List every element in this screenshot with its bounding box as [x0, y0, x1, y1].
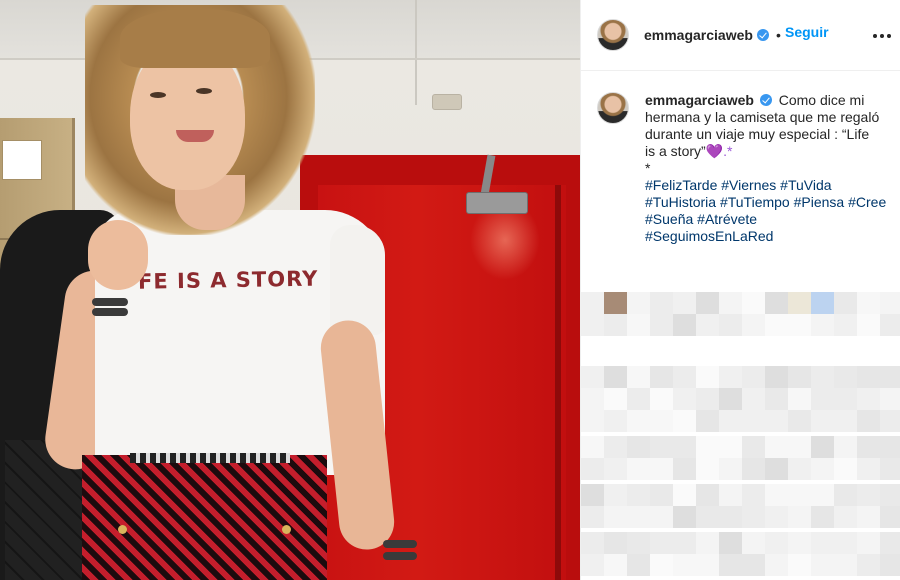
- blurred-comment-row: [581, 506, 900, 528]
- caption-text: Como dice mi: [778, 92, 865, 108]
- blurred-comments: [581, 260, 900, 580]
- hashtag-link[interactable]: #Cree: [848, 194, 886, 210]
- verified-badge-icon: [757, 29, 769, 41]
- caption-username[interactable]: emmagarciaweb: [645, 92, 754, 108]
- bracelet: [92, 308, 128, 316]
- blurred-comment-row: [581, 366, 900, 388]
- post-caption: emmagarciaweb Como dice mi hermana y la …: [645, 92, 897, 177]
- more-options-icon[interactable]: [873, 28, 891, 42]
- hashtag-link[interactable]: #FelizTarde: [645, 177, 717, 193]
- author-avatar[interactable]: [597, 19, 629, 51]
- wall-vent: [432, 94, 462, 110]
- door-closer: [466, 192, 528, 214]
- ceiling-seam: [415, 0, 417, 105]
- hashtag-list: #FelizTarde #Viernes #TuVida #TuHistoria…: [645, 177, 897, 245]
- cabinet-sign: [2, 140, 42, 180]
- hashtag-link[interactable]: #TuVida: [780, 177, 831, 193]
- blurred-comment-row: [581, 458, 900, 480]
- hashtag-link[interactable]: #Piensa: [794, 194, 845, 210]
- tshirt-sleeve: [330, 225, 385, 335]
- bracelet: [383, 552, 417, 560]
- purple-heart-emoji: 💜.*: [705, 143, 733, 159]
- eye: [196, 88, 212, 94]
- blurred-comment-row: [581, 314, 900, 336]
- follow-button[interactable]: Seguir: [785, 24, 829, 40]
- blurred-comment-row: [581, 484, 900, 506]
- caption-text: hermana y la camiseta que me regaló: [645, 109, 880, 125]
- hashtag-link[interactable]: #TuHistoria: [645, 194, 716, 210]
- caption-avatar[interactable]: [597, 92, 629, 124]
- hashtag-link[interactable]: #Atrévete: [697, 211, 757, 227]
- skirt-button: [118, 525, 127, 534]
- hashtag-link[interactable]: #Viernes: [721, 177, 776, 193]
- post-header: emmagarciaweb • Seguir: [581, 0, 900, 71]
- blurred-comment-row: [581, 410, 900, 432]
- bracelet: [383, 540, 417, 548]
- smile: [176, 130, 214, 142]
- tshirt-print: FE IS A STORY: [137, 266, 319, 294]
- post-photo[interactable]: FE IS A STORY: [0, 0, 580, 580]
- separator-dot: •: [776, 27, 781, 43]
- hair-fringe: [120, 8, 270, 68]
- eye: [150, 92, 166, 98]
- caption-text: *: [645, 160, 651, 176]
- blurred-comment-row: [581, 292, 900, 314]
- author-username[interactable]: emmagarciaweb: [644, 27, 753, 43]
- blurred-comment-row: [581, 532, 900, 554]
- bracelet: [92, 298, 128, 306]
- belt: [130, 453, 290, 463]
- blurred-comment-row: [581, 436, 900, 458]
- verified-badge-icon: [759, 94, 772, 106]
- hashtag-link[interactable]: #SeguimosEnLaRed: [645, 228, 773, 244]
- caption-text: is a story”: [645, 143, 706, 159]
- door-edge: [555, 185, 561, 580]
- hashtag-link[interactable]: #TuTiempo: [720, 194, 790, 210]
- blurred-comment-row: [581, 554, 900, 576]
- skirt-button: [282, 525, 291, 534]
- blurred-comment-row: [581, 388, 900, 410]
- houndstooth-skirt: [82, 455, 327, 580]
- hashtag-link[interactable]: #Sueña: [645, 211, 693, 227]
- post-sidebar: emmagarciaweb • Seguir emmagarciaweb Com…: [580, 0, 900, 580]
- caption-text: durante un viaje muy especial : “Life: [645, 126, 870, 142]
